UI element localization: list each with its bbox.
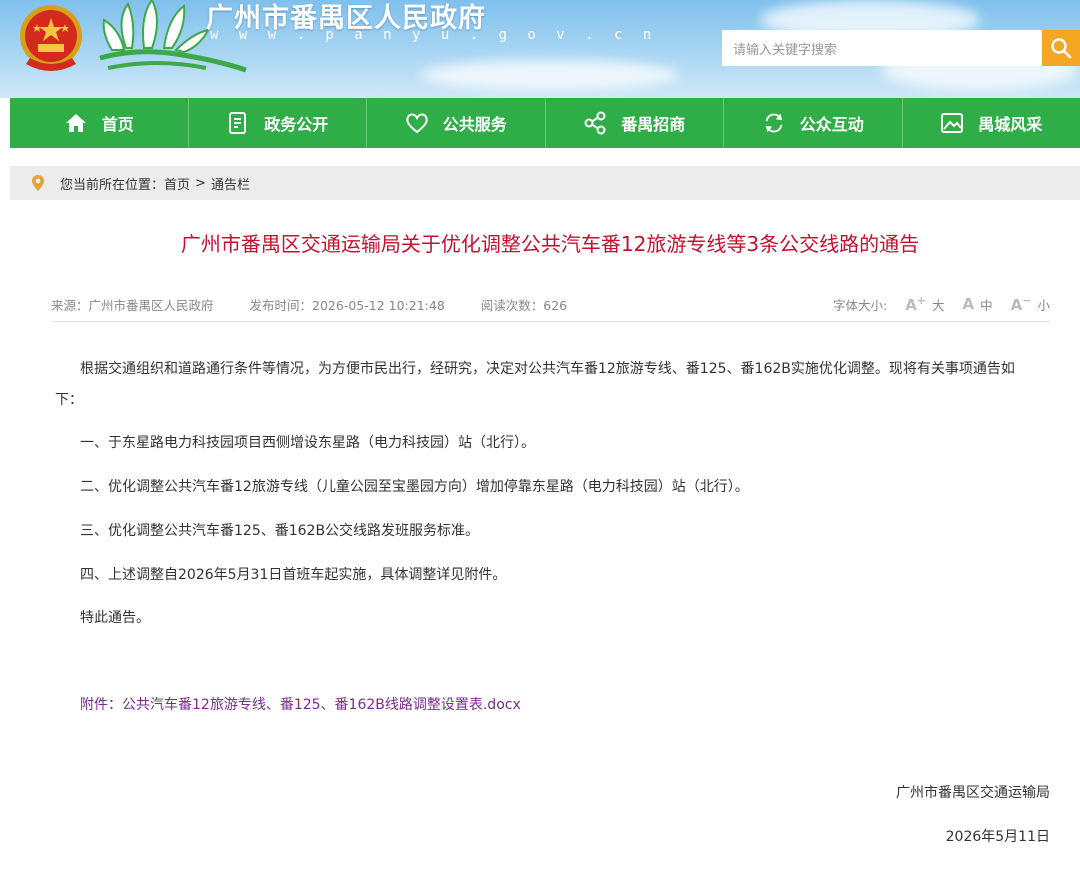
article-source: 来源：广州市番禺区人民政府 bbox=[51, 297, 214, 313]
heart-icon bbox=[405, 111, 429, 135]
font-size-large-button[interactable]: A+ 大 bbox=[905, 294, 944, 314]
font-large-icon: A+ bbox=[905, 294, 927, 314]
nav-item-public-service[interactable]: 公共服务 bbox=[367, 98, 546, 148]
font-small-icon: A− bbox=[1010, 294, 1032, 314]
nav-item-label: 公众互动 bbox=[799, 115, 864, 134]
location-pin-icon bbox=[32, 175, 44, 191]
cloud-decoration bbox=[420, 60, 680, 90]
search-icon bbox=[1051, 38, 1072, 59]
breadcrumb: 您当前所在位置： 首页 > 通告栏 bbox=[10, 166, 1080, 200]
site-header: 广州市番禺区人民政府 w w w . p a n y u . g o v . c… bbox=[0, 0, 1080, 98]
article-meta: 来源：广州市番禺区人民政府 发布时间：2026-05-12 10:21:48 阅… bbox=[51, 294, 1050, 314]
nav-item-label: 首页 bbox=[101, 115, 134, 134]
article-intro-line: 根据交通组织和道路通行条件等情况，为方便市民出行，经研究，决定对公共汽车番12旅… bbox=[80, 361, 1015, 377]
nav-item-interaction[interactable]: 公众互动 bbox=[724, 98, 903, 148]
share-nodes-icon bbox=[583, 111, 607, 135]
nav-item-investment[interactable]: 番禺招商 bbox=[546, 98, 724, 148]
article-title: 广州市番禺区交通运输局关于优化调整公共汽车番12旅游专线等3条公交线路的通告 bbox=[180, 232, 920, 256]
font-size-label: 字体大小: bbox=[832, 297, 888, 313]
search-button[interactable] bbox=[1042, 30, 1080, 66]
article-closing: 特此通告。 bbox=[80, 610, 150, 626]
refresh-icon bbox=[762, 111, 786, 135]
font-size-medium-button[interactable]: A 中 bbox=[963, 295, 993, 314]
article-view-count: 阅读次数：626 bbox=[480, 297, 568, 313]
font-size-control: 字体大小: A+ 大 A 中 A− 小 bbox=[833, 294, 1050, 314]
nav-item-label: 番禺招商 bbox=[621, 115, 686, 134]
breadcrumb-notice-link[interactable]: 通告栏 bbox=[211, 174, 250, 193]
font-size-small-label: 小 bbox=[1037, 297, 1050, 313]
article-intro-line: 下： bbox=[55, 392, 83, 408]
article-sign-date: 2026年5月11日 bbox=[945, 829, 1050, 845]
site-url: w w w . p a n y u . g o v . c n bbox=[210, 27, 658, 43]
nav-item-gov-affairs[interactable]: 政务公开 bbox=[189, 98, 367, 148]
document-icon bbox=[226, 111, 250, 135]
search-input[interactable]: 请输入关键字搜索 bbox=[722, 30, 1042, 66]
font-medium-icon: A bbox=[962, 295, 975, 313]
font-size-small-button[interactable]: A− 小 bbox=[1011, 294, 1050, 314]
font-size-medium-label: 中 bbox=[980, 297, 993, 313]
font-size-large-label: 大 bbox=[932, 297, 945, 313]
breadcrumb-separator: > bbox=[195, 175, 206, 191]
article-item: 二、优化调整公共汽车番12旅游专线（儿童公园至宝墨园方向）增加停靠东星路（电力科… bbox=[80, 479, 749, 495]
meta-divider bbox=[51, 321, 1050, 322]
picture-icon bbox=[940, 111, 964, 135]
attachment-link[interactable]: 附件：公共汽车番12旅游专线、番125、番162B线路调整设置表.docx bbox=[80, 694, 521, 714]
article-item: 三、优化调整公共汽车番125、番162B公交线路发班服务标准。 bbox=[80, 523, 480, 539]
national-emblem-icon bbox=[20, 5, 82, 71]
nav-item-label: 政务公开 bbox=[264, 115, 329, 134]
article-signer: 广州市番禺区交通运输局 bbox=[896, 785, 1050, 801]
article-item: 四、上述调整自2026年5月31日首班车起实施，具体调整详见附件。 bbox=[80, 567, 507, 583]
home-icon bbox=[64, 111, 88, 135]
breadcrumb-home-link[interactable]: 首页 bbox=[164, 174, 190, 193]
article-item: 一、于东星路电力科技园项目西侧增设东星路（电力科技园）站（北行）。 bbox=[80, 435, 535, 451]
nav-item-label: 禺城风采 bbox=[978, 115, 1043, 134]
article-intro: 根据交通组织和道路通行条件等情况，为方便市民出行，经研究，决定对公共汽车番12旅… bbox=[55, 354, 1050, 416]
nav-item-home[interactable]: 首页 bbox=[10, 98, 189, 148]
main-nav: 首页 政务公开 公共服务 番禺招商 公众互动 禺城风采 bbox=[10, 98, 1080, 148]
nav-item-label: 公共服务 bbox=[442, 115, 507, 134]
nav-item-city-scenery[interactable]: 禺城风采 bbox=[903, 98, 1080, 148]
article-publish-time: 发布时间：2026-05-12 10:21:48 bbox=[249, 297, 445, 313]
breadcrumb-prefix: 您当前所在位置： bbox=[60, 177, 165, 193]
